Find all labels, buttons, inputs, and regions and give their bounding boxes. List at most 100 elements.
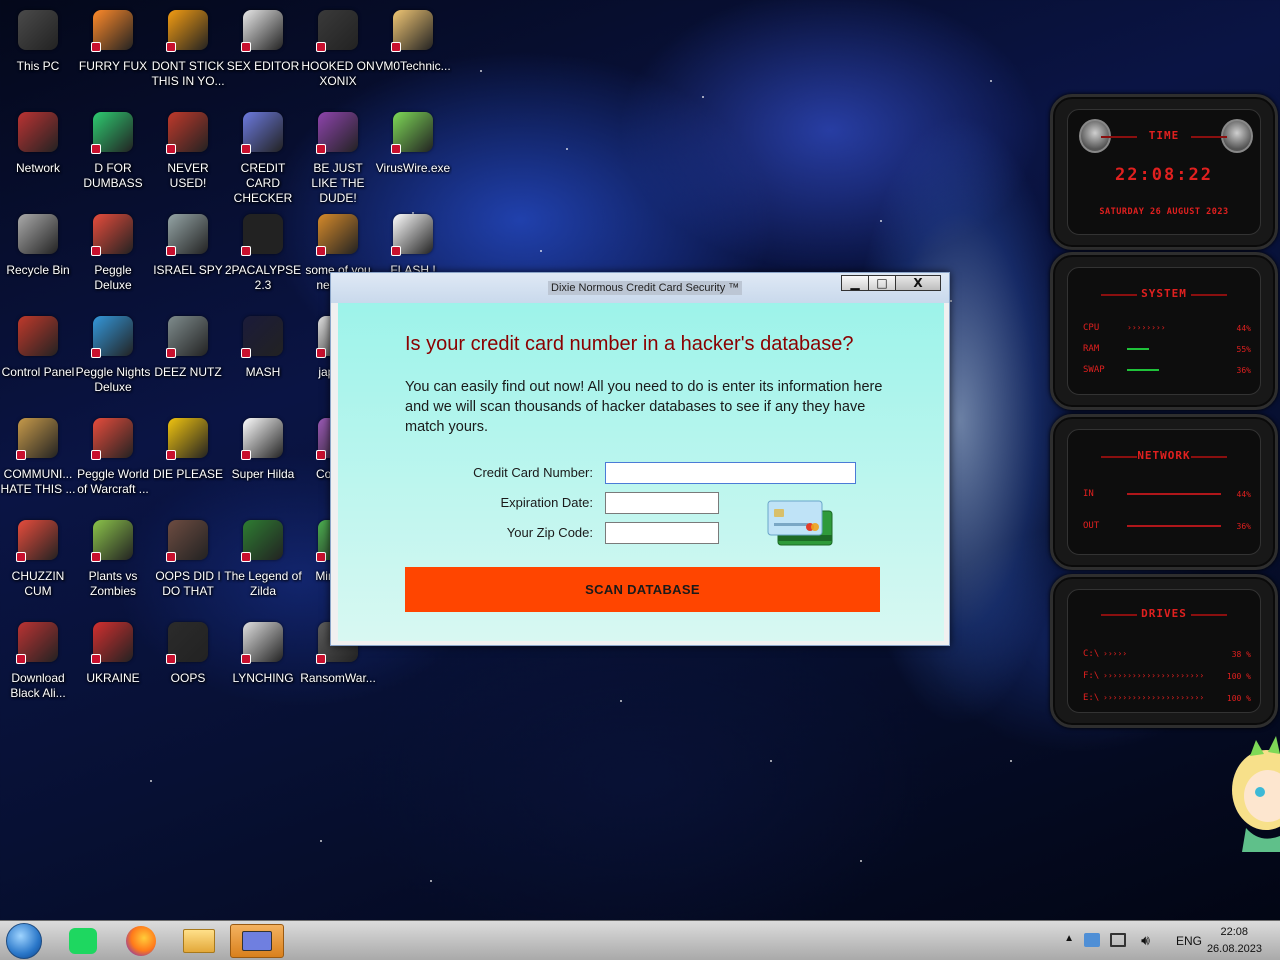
- start-button[interactable]: [6, 923, 42, 959]
- desktop-icon[interactable]: ISRAEL SPY: [150, 210, 226, 278]
- desktop-icon[interactable]: CREDIT CARD CHECKER: [225, 108, 301, 206]
- desktop-icon[interactable]: Peggle Nights Deluxe: [75, 312, 151, 395]
- drive-e-percent: 100 %: [1226, 693, 1251, 703]
- desktop-app-icon: [239, 210, 287, 258]
- desktop-icon-label: Recycle Bin: [6, 263, 70, 277]
- description-text: You can easily find out now! All you nee…: [405, 379, 883, 435]
- desktop-icon[interactable]: VirusWire.exe: [375, 108, 451, 176]
- drives-gadget: DRIVES C:\ ››››› 38 % F:\ ››››››››››››››…: [1050, 574, 1278, 728]
- credit-card-security-window: Dixie Normous Credit Card Security ™ ▁ □…: [330, 272, 950, 646]
- desktop-icon-label: HOOKED ON XONIX: [301, 59, 375, 88]
- desktop-icon-label: Peggle World of Warcraft ...: [77, 467, 149, 496]
- system-title: SYSTEM: [1053, 287, 1275, 300]
- drive-e-label: E:\: [1083, 693, 1100, 703]
- desktop-icon[interactable]: The Legend of Zilda: [224, 516, 302, 599]
- desktop-icon[interactable]: LYNCHING: [225, 618, 301, 686]
- window-titlebar[interactable]: Dixie Normous Credit Card Security ™ ▁ □…: [331, 273, 949, 303]
- desktop-icon[interactable]: CHUZZIN CUM: [0, 516, 76, 599]
- desktop-icon[interactable]: Plants vs Zombies: [75, 516, 151, 599]
- desktop-icon[interactable]: HOOKED ON XONIX: [300, 6, 376, 89]
- desktop-app-icon: [89, 414, 137, 462]
- zip-code-input[interactable]: [605, 522, 719, 544]
- ram-row: RAM 55%: [1083, 344, 1251, 354]
- window-title: Dixie Normous Credit Card Security ™: [548, 281, 743, 295]
- desktop-icon[interactable]: D FOR DUMBASS: [75, 108, 151, 191]
- swap-percent: 36%: [1236, 365, 1251, 375]
- desktop-app-icon: [14, 210, 62, 258]
- clock-date: SATURDAY 26 AUGUST 2023: [1099, 207, 1229, 217]
- shortcut-arrow-icon: [241, 42, 251, 52]
- desktop-app-icon: [89, 6, 137, 54]
- desktop-icon[interactable]: FURRY FUX: [75, 6, 151, 74]
- desktop-icon[interactable]: DIE PLEASE: [150, 414, 226, 482]
- desktop-icon[interactable]: This PC: [0, 6, 76, 74]
- desktop-icon-label: LYNCHING: [232, 671, 294, 685]
- desktop-icon-label: NEVER USED!: [167, 161, 209, 190]
- desktop-icon[interactable]: Peggle Deluxe: [75, 210, 151, 293]
- cartoon-character-sticker: [1232, 736, 1280, 852]
- desktop-icon[interactable]: Super Hilda: [225, 414, 301, 482]
- card-number-input[interactable]: [605, 462, 856, 484]
- taskbar-firefox-icon[interactable]: [114, 924, 168, 958]
- language-indicator[interactable]: ENG: [1176, 934, 1202, 948]
- close-button[interactable]: X: [895, 275, 941, 291]
- taskbar-file-explorer-icon[interactable]: [172, 924, 226, 958]
- clock-time: 22:08:22: [1115, 165, 1213, 185]
- desktop-icon-label: Plants vs Zombies: [88, 569, 138, 598]
- window-content: Is your credit card number in a hacker's…: [338, 303, 944, 641]
- desktop-icon[interactable]: Peggle World of Warcraft ...: [75, 414, 151, 497]
- maximize-button[interactable]: □: [868, 275, 896, 291]
- volume-icon[interactable]: 🔊︎: [1141, 932, 1150, 949]
- drives-title: DRIVES: [1053, 607, 1275, 620]
- desktop-app-icon: [389, 6, 437, 54]
- desktop-icon[interactable]: MASH: [225, 312, 301, 380]
- desktop-icon[interactable]: SEX EDITOR: [225, 6, 301, 74]
- desktop-icon-label: This PC: [16, 59, 60, 73]
- desktop-icon[interactable]: COMMUNI... HATE THIS ...: [0, 414, 76, 497]
- desktop-icon-label: VM0Technic...: [375, 59, 451, 73]
- desktop-icon[interactable]: Control Panel: [0, 312, 76, 380]
- desktop-icon[interactable]: 2PACALYPSE 2.3: [225, 210, 301, 293]
- desktop-icon[interactable]: Recycle Bin: [0, 210, 76, 278]
- expiration-date-input[interactable]: [605, 492, 719, 514]
- network-title: NETWORK: [1053, 449, 1275, 462]
- taskbar-credit-card-app-icon[interactable]: [230, 924, 284, 958]
- shortcut-arrow-icon: [316, 654, 326, 664]
- shortcut-arrow-icon: [241, 246, 251, 256]
- desktop-icon-label: Control Panel: [1, 365, 75, 379]
- desktop-icon[interactable]: UKRAINE: [75, 618, 151, 686]
- desktop-icon[interactable]: DEEZ NUTZ: [150, 312, 226, 380]
- taskbar-spotify-icon[interactable]: [56, 924, 110, 958]
- taskbar-clock-date[interactable]: 26.08.2023: [1207, 943, 1262, 955]
- desktop-icon-label: MASH: [245, 365, 281, 379]
- desktop-icon[interactable]: FLASH !: [375, 210, 451, 278]
- show-hidden-icons-button[interactable]: ▲: [1064, 933, 1074, 944]
- desktop-icon[interactable]: OOPS: [150, 618, 226, 686]
- desktop-app-icon: [239, 414, 287, 462]
- network-icon[interactable]: [1110, 933, 1126, 947]
- taskbar-clock-time[interactable]: 22:08: [1220, 926, 1248, 938]
- desktop-app-icon: [314, 6, 362, 54]
- tray-app-icon[interactable]: [1084, 933, 1100, 947]
- desktop-icon[interactable]: VM0Technic...: [375, 6, 451, 74]
- desktop-app-icon: [389, 210, 437, 258]
- desktop-icon[interactable]: OOPS DID I DO THAT: [150, 516, 226, 599]
- page-title: Is your credit card number in a hacker's…: [405, 333, 854, 355]
- desktop-icon-label: D FOR DUMBASS: [83, 161, 143, 190]
- shortcut-arrow-icon: [166, 348, 176, 358]
- drive-f-percent: 100 %: [1226, 671, 1251, 681]
- shortcut-arrow-icon: [91, 42, 101, 52]
- network-out-label: OUT: [1083, 521, 1100, 531]
- desktop-icon[interactable]: Download Black Ali...: [0, 618, 76, 701]
- minimize-button[interactable]: ▁: [841, 275, 869, 291]
- desktop-icon[interactable]: NEVER USED!: [150, 108, 226, 191]
- desktop-icon[interactable]: BE JUST LIKE THE DUDE!: [300, 108, 376, 206]
- desktop-icon[interactable]: DONT STICK THIS IN YO...: [150, 6, 226, 89]
- desktop-app-icon: [14, 108, 62, 156]
- scan-database-button[interactable]: SCAN DATABASE: [405, 567, 880, 612]
- network-gadget: NETWORK IN 44% OUT 36%: [1050, 414, 1278, 570]
- shortcut-arrow-icon: [316, 144, 326, 154]
- time-title: TIME: [1053, 129, 1275, 142]
- desktop-icon-label: CREDIT CARD CHECKER: [233, 161, 293, 205]
- desktop-icon[interactable]: Network: [0, 108, 76, 176]
